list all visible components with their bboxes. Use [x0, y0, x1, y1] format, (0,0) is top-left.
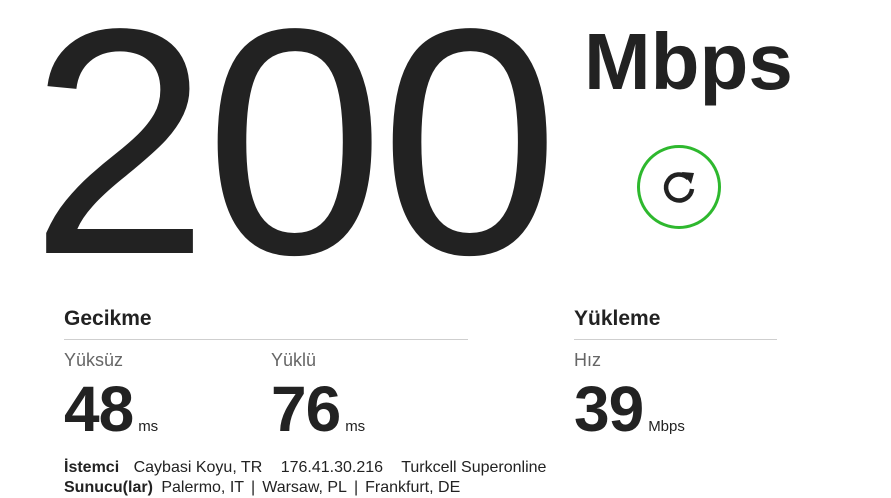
server-separator: | — [353, 479, 359, 496]
server-info: Sunucu(lar) Palermo, IT | Warsaw, PL | Frank… — [64, 478, 460, 498]
loaded-latency: Yüklü 76 ms — [271, 349, 365, 441]
server-separator: | — [251, 479, 256, 496]
speed-value: 200 — [30, 0, 559, 322]
speed-unit: Mbps — [584, 17, 793, 106]
client-location: Caybasi Koyu, TR — [133, 459, 263, 476]
loaded-latency-value: 76 — [271, 373, 341, 445]
latency-title: Gecikme — [64, 305, 468, 340]
server-item: Palermo, IT — [161, 479, 245, 496]
upload-speed-unit: Mbps — [648, 418, 685, 435]
client-info: İstemci Caybasi Koyu, TR 176.41.30.216 T… — [64, 458, 546, 478]
upload-section: Yükleme Hız 39 Mbps — [574, 305, 777, 441]
server-label: Sunucu(lar) — [64, 479, 153, 496]
client-ip: 176.41.30.216 — [280, 459, 384, 476]
client-isp: Turkcell Superonline — [401, 459, 547, 476]
restart-icon — [663, 172, 695, 203]
restart-test-button[interactable] — [637, 145, 721, 229]
unloaded-latency-unit: ms — [138, 418, 159, 435]
unloaded-latency-value: 48 — [64, 373, 134, 445]
upload-speed: Hız 39 Mbps — [574, 349, 685, 441]
client-label: İstemci — [64, 459, 120, 476]
upload-speed-value: 39 — [574, 373, 644, 445]
loaded-latency-unit: ms — [345, 418, 366, 435]
server-item: Frankfurt, DE — [365, 479, 461, 496]
upload-speed-label: Hız — [574, 350, 601, 370]
server-item: Warsaw, PL — [262, 479, 347, 496]
unloaded-latency: Yüksüz 48 ms — [64, 349, 158, 441]
loaded-latency-label: Yüklü — [271, 350, 317, 370]
unloaded-latency-label: Yüksüz — [64, 350, 124, 370]
latency-section: Gecikme Yüksüz 48 ms Yüklü 76 ms — [64, 305, 468, 441]
upload-title: Yükleme — [574, 305, 777, 340]
